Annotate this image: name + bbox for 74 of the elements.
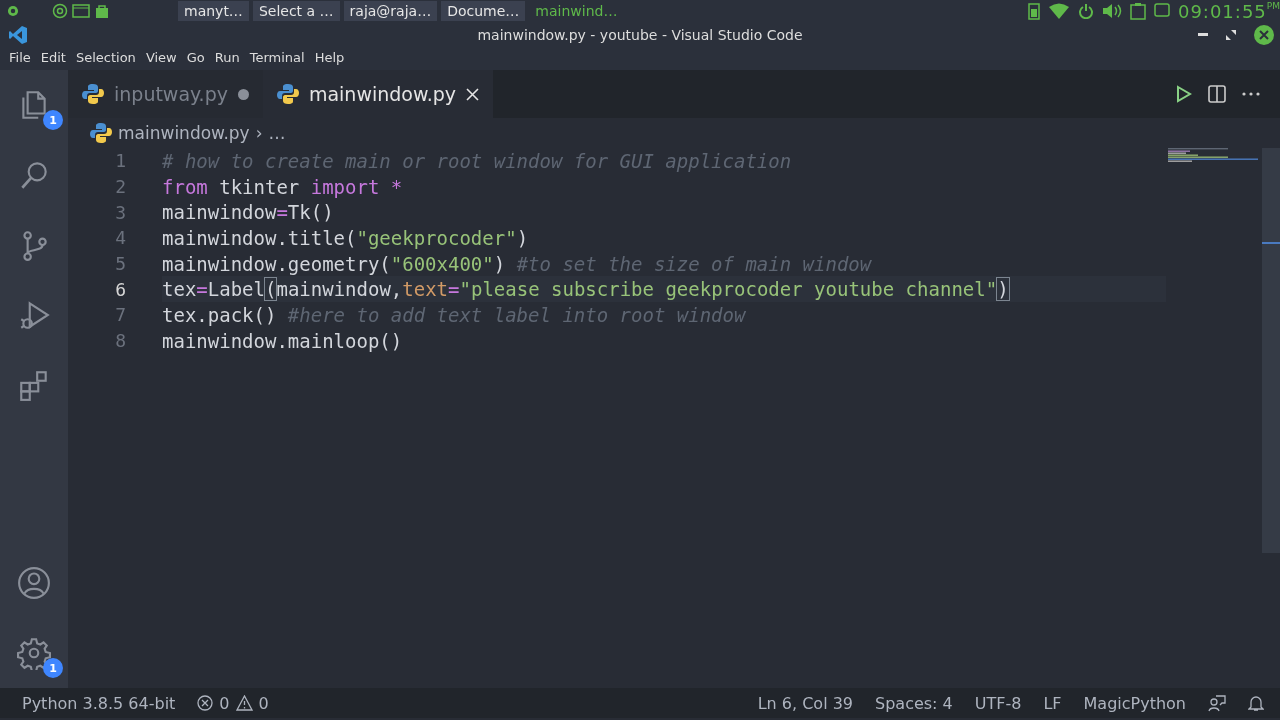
- scrollbar[interactable]: [1262, 148, 1280, 553]
- battery-icon: [1027, 2, 1040, 20]
- menu-item[interactable]: Go: [181, 48, 210, 70]
- run-icon[interactable]: [1176, 85, 1192, 103]
- more-icon[interactable]: [1242, 92, 1260, 96]
- indentation-status[interactable]: Spaces: 4: [875, 693, 953, 713]
- close-icon[interactable]: [1254, 25, 1274, 45]
- code-line: mainwindow=Tk(): [162, 200, 335, 226]
- bell-icon[interactable]: [1248, 694, 1264, 712]
- taskbar-item[interactable]: Docume…: [441, 1, 526, 21]
- taskbar-item[interactable]: raja@raja…: [343, 1, 438, 21]
- feedback-icon[interactable]: [1208, 694, 1226, 712]
- taskbar-item[interactable]: Select a …: [252, 1, 340, 21]
- menu-item[interactable]: Run: [209, 48, 245, 70]
- line-number: 1: [114, 149, 127, 174]
- interpreter-status[interactable]: Python 3.8.5 64-bit: [22, 693, 176, 713]
- clipboard-icon: [1129, 2, 1146, 20]
- settings-icon[interactable]: [17, 636, 51, 670]
- breadcrumb-separator: ›: [255, 123, 263, 143]
- warning-icon: [235, 695, 253, 711]
- volume-icon: [1101, 3, 1122, 19]
- menu-item[interactable]: Selection: [70, 48, 141, 70]
- encoding-status[interactable]: UTF-8: [974, 693, 1022, 713]
- menu-item[interactable]: File: [4, 48, 36, 70]
- taskbar-item[interactable]: mainwind…: [529, 1, 624, 21]
- python-icon: [82, 83, 104, 105]
- bag-icon[interactable]: [94, 3, 110, 19]
- terminal-icon[interactable]: [72, 3, 90, 19]
- browser-icon[interactable]: [52, 3, 68, 19]
- minimap-drawing[interactable]: [1168, 148, 1258, 162]
- breadcrumb-item[interactable]: mainwindow.py: [118, 123, 250, 143]
- menu-item[interactable]: Edit: [35, 48, 71, 70]
- code-line: from tkinter import *: [162, 174, 404, 200]
- clock-suffix: PM: [1266, 0, 1280, 11]
- minimize-icon[interactable]: [1198, 33, 1208, 37]
- code-line: mainwindow.mainloop(): [162, 328, 404, 354]
- maximize-icon[interactable]: [1226, 30, 1236, 40]
- wifi-icon: [1047, 3, 1070, 19]
- warning-count[interactable]: 0: [258, 693, 269, 713]
- python-icon: [90, 122, 112, 144]
- vscode-logo-icon: [8, 25, 28, 45]
- power-icon: [1077, 3, 1094, 19]
- code-line: mainwindow.title("geekprocoder"): [162, 225, 530, 251]
- line-number: 8: [114, 329, 127, 354]
- clock-text: 09:01:55: [1177, 0, 1267, 22]
- line-number: 5: [114, 252, 127, 277]
- cursor-position[interactable]: Ln 6, Col 39: [757, 693, 853, 713]
- line-ending-status[interactable]: LF: [1043, 693, 1062, 713]
- line-number: 3: [114, 200, 127, 225]
- menu-item[interactable]: View: [140, 48, 182, 70]
- python-icon: [276, 83, 299, 105]
- count-badge: 1: [43, 110, 63, 130]
- line-number: 2: [114, 175, 127, 200]
- menu-item[interactable]: Terminal: [244, 48, 310, 70]
- code-line: tex.pack() #here to add text label into root window: [162, 302, 747, 328]
- split-editor-icon[interactable]: [1208, 85, 1226, 103]
- line-number: 6: [114, 277, 127, 302]
- chat-icon: [1153, 3, 1170, 19]
- window-title: mainwindow.py - youtube - Visual Studio Code: [477, 27, 803, 43]
- line-number: 7: [114, 303, 127, 328]
- count-badge: 1: [43, 658, 63, 678]
- line-number: 4: [114, 226, 127, 251]
- menu-item[interactable]: Help: [309, 48, 350, 70]
- editor-tab[interactable]: inputway.py: [68, 70, 263, 118]
- language-status[interactable]: MagicPython: [1083, 693, 1186, 713]
- code-line: mainwindow.geometry("600x400") #to set the size of main window: [162, 251, 873, 277]
- close-icon[interactable]: [466, 87, 480, 101]
- breadcrumb-item[interactable]: …: [268, 123, 286, 143]
- editor-tab[interactable]: mainwindow.py: [262, 70, 494, 118]
- code-line: # how to create main or root window for GUI application: [162, 148, 793, 174]
- taskbar-item[interactable]: manyt…: [178, 1, 249, 21]
- account-icon[interactable]: [17, 566, 51, 600]
- error-icon: [197, 695, 214, 711]
- error-count[interactable]: 0: [219, 693, 230, 713]
